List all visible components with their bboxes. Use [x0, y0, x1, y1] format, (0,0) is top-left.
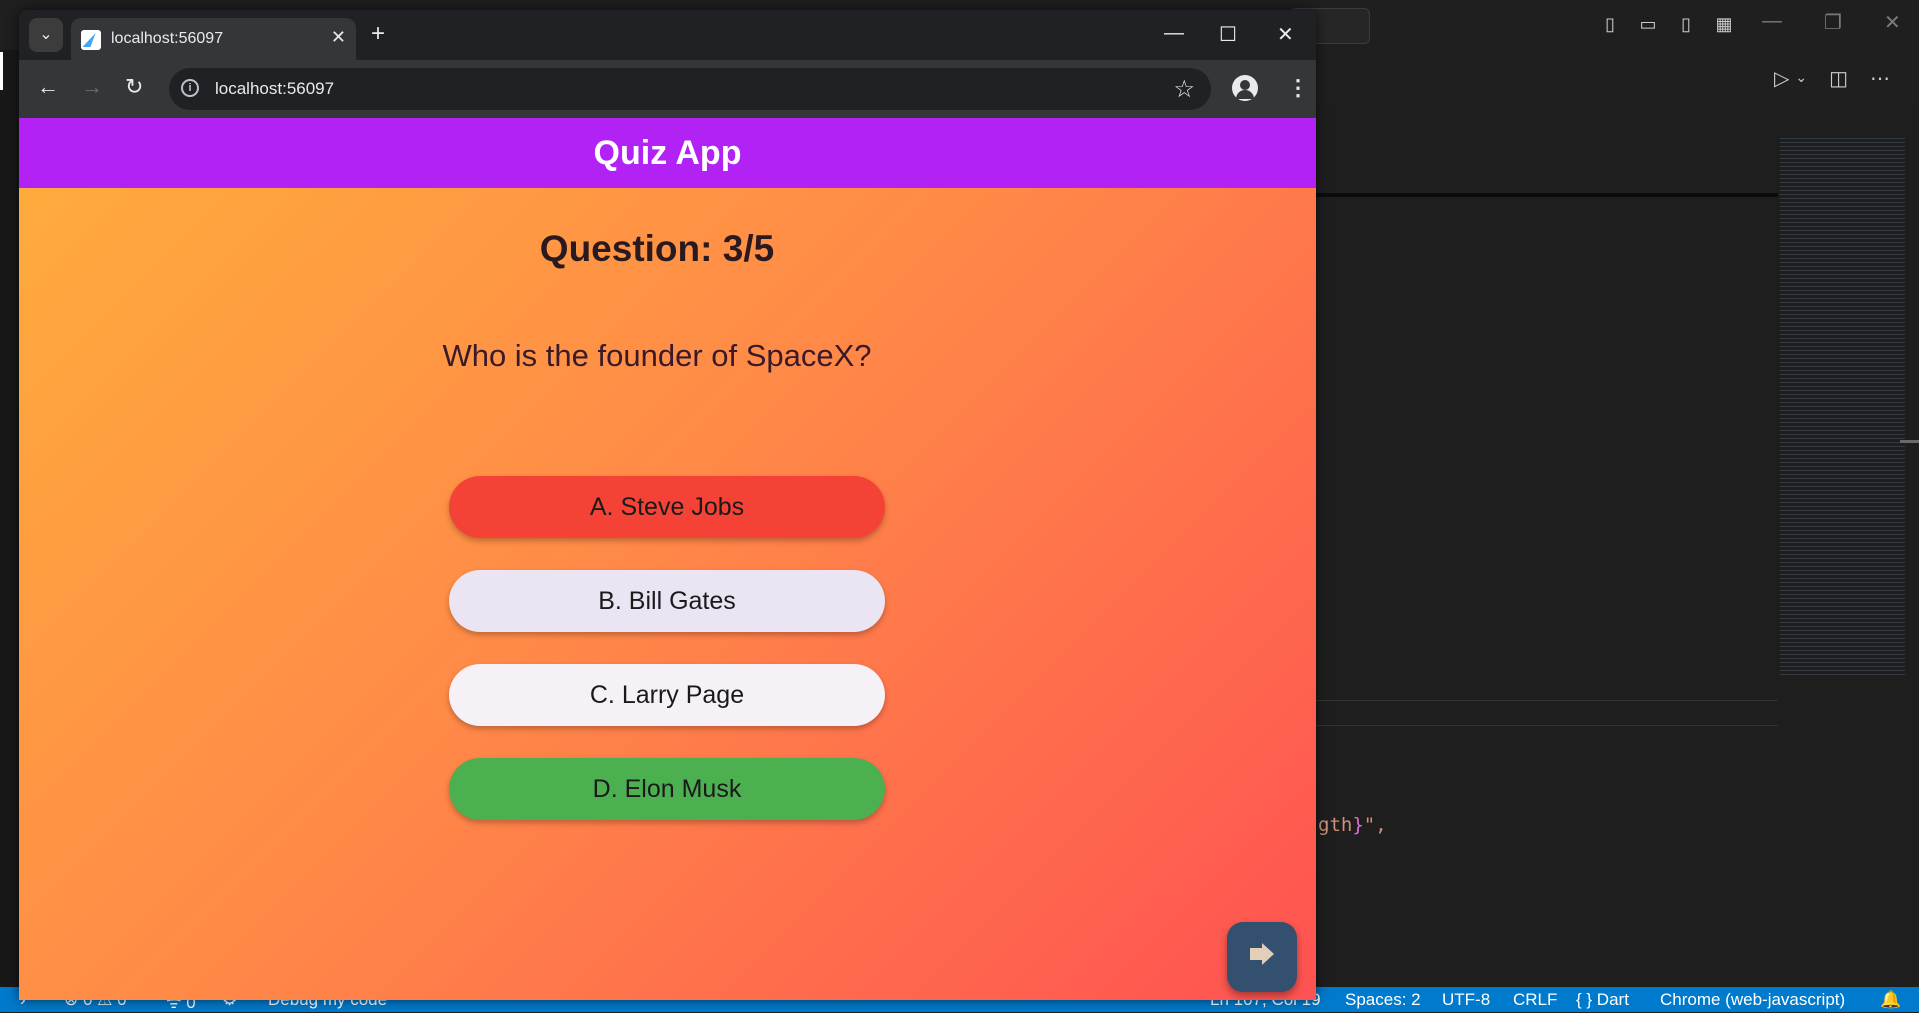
- chevron-down-icon[interactable]: ⌄: [1795, 69, 1807, 91]
- new-tab-icon[interactable]: +: [371, 22, 385, 46]
- answer-button-c[interactable]: C. Larry Page: [449, 664, 885, 726]
- code-brace: }: [1352, 814, 1364, 836]
- browser-window: ⌄ localhost:56097 ✕ + — ☐ ✕ ← → ↻ i loca…: [19, 10, 1316, 1000]
- encoding-status[interactable]: UTF-8: [1442, 990, 1490, 1010]
- question-counter: Question: 3/5: [539, 228, 775, 269]
- indentation-status[interactable]: Spaces: 2: [1345, 990, 1421, 1010]
- maximize-icon[interactable]: ☐: [1219, 22, 1237, 47]
- reload-icon[interactable]: ↻: [125, 74, 143, 100]
- vscode-editor-actions: ▷ ⌄ ◫ ⋯: [1774, 66, 1890, 91]
- browser-toolbar: ← → ↻ i localhost:56097 ☆ ⋮: [19, 60, 1316, 118]
- eol-status[interactable]: CRLF: [1513, 990, 1557, 1010]
- code-string: gth: [1318, 814, 1353, 836]
- profile-avatar-icon[interactable]: [1232, 75, 1258, 101]
- app-title: Quiz App: [593, 134, 742, 172]
- minimap[interactable]: [1780, 135, 1905, 675]
- restore-icon[interactable]: ❐: [1824, 10, 1842, 35]
- vscode-window-controls: — ❐ ✕: [1762, 10, 1901, 35]
- arrow-forward-icon: [1250, 943, 1274, 965]
- close-tab-icon[interactable]: ✕: [331, 27, 346, 48]
- close-window-icon[interactable]: ✕: [1277, 22, 1294, 47]
- answer-label: D. Elon Musk: [592, 775, 742, 803]
- app-bar: Quiz App: [19, 118, 1316, 188]
- notifications-icon[interactable]: 🔔: [1880, 990, 1901, 1010]
- run-icon[interactable]: ▷: [1774, 66, 1789, 91]
- toggle-secondary-sidebar-icon[interactable]: ▯: [1676, 14, 1696, 34]
- editor-scrollbar[interactable]: [1900, 440, 1919, 443]
- editor-divider: [1316, 193, 1778, 197]
- menu-kebab-icon[interactable]: ⋮: [1287, 74, 1309, 102]
- code-string-end: ",: [1363, 814, 1387, 836]
- close-icon[interactable]: ✕: [1884, 10, 1901, 35]
- back-icon[interactable]: ←: [37, 74, 59, 100]
- toggle-panel-icon[interactable]: ▭: [1638, 14, 1658, 34]
- active-view-indicator: [0, 52, 3, 90]
- tab-title: localhost:56097: [111, 30, 224, 47]
- browser-tab[interactable]: localhost:56097 ✕: [71, 18, 356, 60]
- language-status[interactable]: { } Dart: [1576, 990, 1629, 1010]
- answer-label: B. Bill Gates: [598, 587, 736, 615]
- question-text: Who is the founder of SpaceX?: [442, 338, 872, 373]
- quiz-body: Question: 3/5 Who is the founder of Spac…: [19, 188, 1316, 1000]
- debug-target-status[interactable]: Chrome (web-javascript): [1660, 990, 1845, 1010]
- customize-layout-icon[interactable]: ▦: [1714, 14, 1734, 34]
- flutter-favicon-icon: [81, 30, 101, 50]
- site-info-icon[interactable]: i: [181, 79, 199, 97]
- chevron-down-icon: ⌄: [39, 26, 53, 43]
- forward-icon[interactable]: →: [81, 74, 103, 100]
- code-line: gth}",: [1318, 814, 1387, 836]
- minimize-icon[interactable]: —: [1762, 10, 1782, 35]
- split-editor-icon[interactable]: ◫: [1829, 66, 1848, 91]
- answer-button-a[interactable]: A. Steve Jobs: [449, 476, 885, 538]
- bookmark-star-icon[interactable]: ☆: [1173, 75, 1195, 104]
- tab-strip: ⌄ localhost:56097 ✕ + — ☐ ✕: [19, 10, 1316, 60]
- vscode-layout-controls: ▯ ▭ ▯ ▦: [1600, 14, 1734, 34]
- answer-button-d[interactable]: D. Elon Musk: [449, 758, 885, 820]
- answer-label: A. Steve Jobs: [589, 493, 745, 521]
- next-question-button[interactable]: [1227, 922, 1297, 992]
- quiz-app: Quiz App Question: 3/5 Who is the founde…: [19, 118, 1316, 1000]
- address-bar[interactable]: i localhost:56097 ☆: [169, 68, 1211, 110]
- tab-search-button[interactable]: ⌄: [29, 18, 63, 52]
- editor-divider: [1316, 700, 1778, 701]
- answer-button-b[interactable]: B. Bill Gates: [449, 570, 885, 632]
- answer-label: C. Larry Page: [589, 681, 745, 709]
- more-actions-icon[interactable]: ⋯: [1870, 66, 1890, 91]
- vscode-activity-bar: [0, 50, 20, 987]
- minimize-icon[interactable]: —: [1164, 22, 1184, 45]
- editor-divider: [1316, 725, 1778, 726]
- url-text[interactable]: localhost:56097: [215, 79, 334, 99]
- toggle-primary-sidebar-icon[interactable]: ▯: [1600, 14, 1620, 34]
